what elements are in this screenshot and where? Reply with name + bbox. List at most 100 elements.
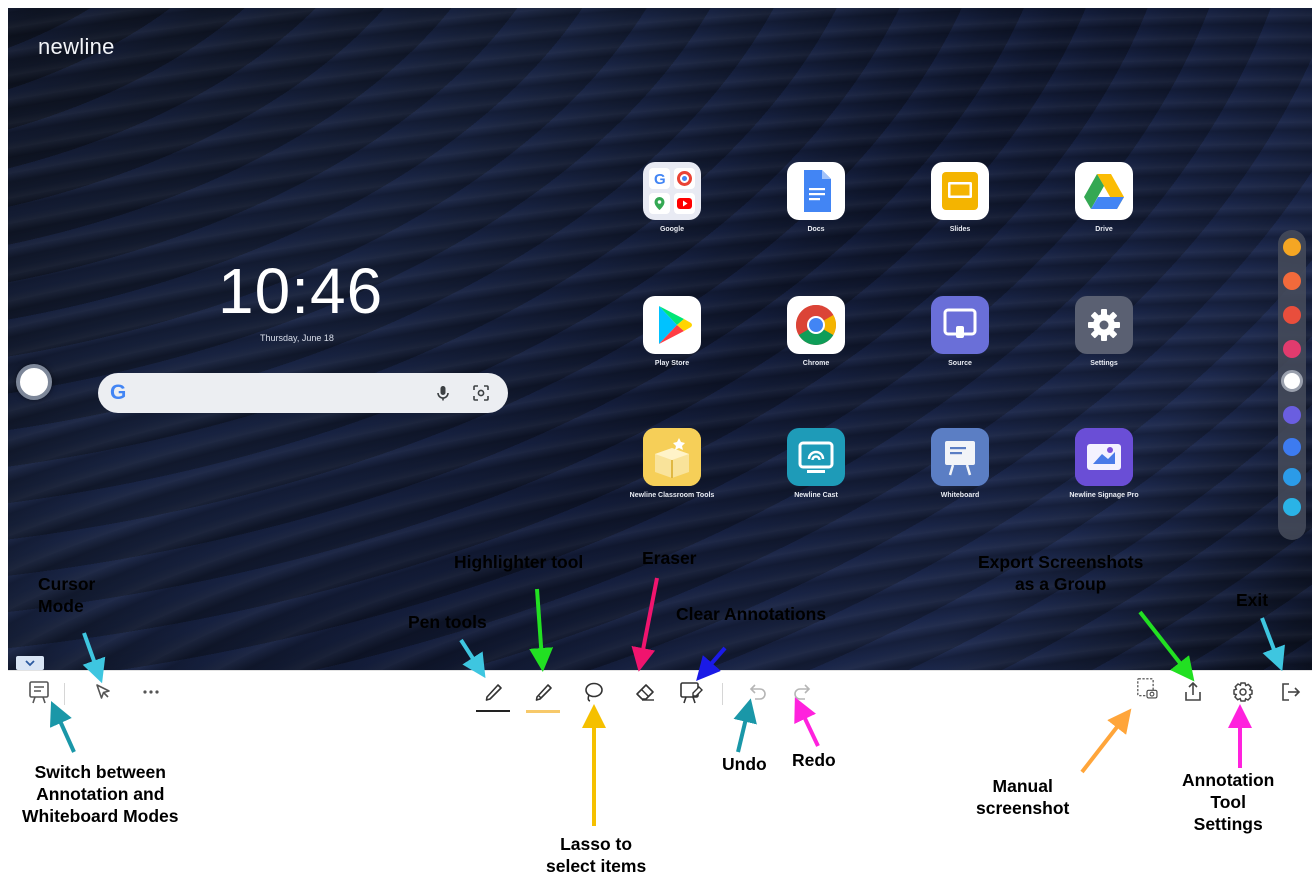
signage-pro-icon — [1075, 428, 1133, 486]
collapse-toolbar-tab[interactable] — [16, 656, 44, 670]
exit-button[interactable] — [1278, 679, 1304, 705]
export-icon — [1185, 681, 1201, 701]
app-google[interactable]: G Google — [617, 162, 727, 233]
redo-icon — [794, 684, 811, 700]
app-label: Newline Classroom Tools — [629, 492, 715, 499]
floating-menu-button[interactable] — [16, 364, 52, 400]
callout-annotation-settings: Annotation Tool Settings — [1182, 770, 1275, 834]
highlighter-tool-button[interactable] — [526, 679, 560, 713]
callout-cursor-mode: Cursor Mode — [38, 574, 96, 616]
callout-lasso: Lasso to select items — [546, 834, 647, 876]
toolbar-divider — [64, 683, 65, 705]
undo-icon — [749, 684, 766, 700]
app-drive[interactable]: Drive — [1049, 162, 1159, 233]
app-label: Newline Signage Pro — [1069, 492, 1139, 499]
classroom-tools-icon — [643, 428, 701, 486]
eraser-tool-button[interactable] — [632, 679, 658, 705]
eraser-icon — [636, 684, 654, 701]
settings-icon — [1233, 682, 1253, 702]
callout-eraser: Eraser — [642, 548, 697, 568]
clock-date: Thursday, June 18 — [260, 333, 334, 343]
chevron-down-icon — [25, 660, 35, 667]
undo-button[interactable] — [744, 679, 770, 705]
exit-icon — [1282, 683, 1301, 701]
app-label: Slides — [949, 226, 971, 233]
whiteboard-mode-button[interactable] — [26, 679, 52, 705]
microphone-icon[interactable] — [434, 384, 452, 402]
callout-export: Export Screenshots as a Group — [978, 552, 1144, 594]
clear-annotations-button[interactable] — [678, 679, 704, 705]
clear-annotations-icon — [680, 682, 703, 704]
lasso-tool-button[interactable] — [580, 679, 606, 705]
annotation-toolbar — [8, 670, 1312, 716]
app-label: Source — [948, 360, 972, 367]
callout-undo: Undo — [722, 754, 767, 774]
side-annotate-icon[interactable] — [1283, 306, 1301, 324]
google-lens-icon[interactable] — [472, 384, 490, 402]
newline-logo: newline — [38, 34, 115, 59]
app-whiteboard[interactable]: Whiteboard — [905, 428, 1015, 499]
app-settings[interactable]: Settings — [1049, 296, 1159, 367]
drive-icon — [1075, 162, 1133, 220]
app-label: Drive — [1095, 226, 1113, 233]
callout-manual-screenshot: Manual screenshot — [976, 776, 1070, 818]
app-classroom-tools[interactable]: Newline Classroom Tools — [617, 428, 727, 499]
arrow-undo — [733, 698, 757, 753]
side-toolbox-icon[interactable] — [1283, 406, 1301, 424]
app-label: Whiteboard — [940, 492, 980, 499]
google-search-bar[interactable]: G — [98, 373, 508, 413]
callout-exit: Exit — [1236, 590, 1269, 610]
google-folder-icon: G — [643, 162, 701, 220]
screenshot-icon — [1137, 678, 1158, 699]
more-button[interactable] — [138, 679, 164, 705]
side-menu-button[interactable] — [1281, 370, 1303, 392]
svg-text:G: G — [654, 171, 666, 188]
source-icon — [931, 296, 989, 354]
side-back-icon[interactable] — [1283, 498, 1301, 516]
pen-tool-button[interactable] — [476, 679, 510, 712]
side-home-icon[interactable] — [1283, 272, 1301, 290]
more-icon — [143, 690, 159, 694]
app-play-store[interactable]: Play Store — [617, 296, 727, 367]
callout-clear-annotations: Clear Annotations — [676, 604, 827, 624]
callout-highlighter: Highlighter tool — [454, 552, 584, 572]
callout-redo: Redo — [792, 750, 836, 770]
app-label: Play Store — [654, 360, 690, 367]
slides-icon — [931, 162, 989, 220]
side-windows-icon[interactable] — [1283, 468, 1301, 486]
highlighter-icon — [535, 684, 552, 701]
side-whiteboard-icon[interactable] — [1283, 238, 1301, 256]
pen-color-underline — [476, 710, 510, 712]
app-newline-cast[interactable]: Newline Cast — [761, 428, 871, 499]
cursor-mode-button[interactable] — [90, 679, 116, 705]
toolbar-divider — [722, 683, 723, 705]
whiteboard-mode-icon — [29, 681, 49, 704]
app-source[interactable]: Source — [905, 296, 1015, 367]
app-label: Docs — [807, 226, 825, 233]
app-signage-pro[interactable]: Newline Signage Pro — [1049, 428, 1159, 499]
settings-app-icon — [1075, 296, 1133, 354]
cursor-icon — [96, 684, 110, 699]
chrome-icon — [787, 296, 845, 354]
annotation-settings-button[interactable] — [1230, 679, 1256, 705]
side-present-icon[interactable] — [1283, 340, 1301, 358]
app-label: Newline Cast — [794, 492, 838, 499]
docs-icon — [787, 162, 845, 220]
arrow-manual-screenshot — [1080, 708, 1132, 774]
app-chrome[interactable]: Chrome — [761, 296, 871, 367]
newline-cast-icon — [787, 428, 845, 486]
app-label: Chrome — [802, 360, 830, 367]
lasso-icon — [585, 682, 603, 702]
redo-button[interactable] — [790, 679, 816, 705]
side-settings-icon[interactable] — [1283, 438, 1301, 456]
app-label: Settings — [1090, 360, 1118, 367]
highlighter-color-underline — [526, 710, 560, 713]
clock-time: 10:46 — [218, 255, 384, 327]
manual-screenshot-button[interactable] — [1134, 675, 1164, 709]
arrow-switch-modes — [49, 701, 76, 753]
side-toolbar — [1278, 230, 1306, 540]
app-slides[interactable]: Slides — [905, 162, 1015, 233]
pen-icon — [485, 684, 502, 701]
export-screenshots-button[interactable] — [1180, 679, 1206, 705]
app-docs[interactable]: Docs — [761, 162, 871, 233]
